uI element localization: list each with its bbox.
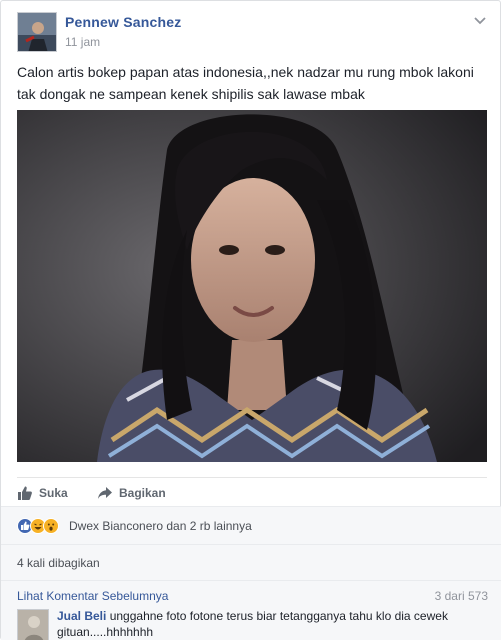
post-timestamp[interactable]: 11 jam <box>65 35 100 49</box>
reaction-summary-text[interactable]: Dwex Bianconero dan 2 rb lainnya <box>69 519 252 533</box>
post-header: Pennew Sanchez 11 jam <box>17 12 487 52</box>
comment-item: Jual Beli unggahne foto fotone terus bia… <box>57 608 477 640</box>
chevron-down-icon[interactable] <box>473 14 487 28</box>
view-previous-comments-link[interactable]: Lihat Komentar Sebelumnya <box>17 589 168 603</box>
thumbs-up-icon <box>18 486 32 500</box>
comment-author[interactable]: Jual Beli <box>57 609 106 623</box>
share-count[interactable]: 4 kali dibagikan <box>17 556 100 570</box>
share-label: Bagikan <box>119 486 166 500</box>
like-label: Suka <box>39 486 68 500</box>
reaction-icons <box>17 518 59 534</box>
share-button[interactable]: Bagikan <box>97 484 166 502</box>
comment-text: unggahne foto fotone terus biar tetangga… <box>57 609 448 639</box>
comments-section: Lihat Komentar Sebelumnya 3 dari 573 Jua… <box>1 580 501 640</box>
post-photo[interactable] <box>17 110 487 462</box>
wow-icon <box>43 518 59 534</box>
post-text: Calon artis bokep papan atas indonesia,,… <box>17 64 474 102</box>
author-name[interactable]: Pennew Sanchez <box>65 14 181 30</box>
reactions-summary[interactable]: Dwex Bianconero dan 2 rb lainnya <box>1 506 501 544</box>
author-avatar[interactable] <box>17 12 57 52</box>
comment-count: 3 dari 573 <box>434 589 488 603</box>
post-card: Pennew Sanchez 11 jam Calon artis bokep … <box>0 0 501 640</box>
commenter-avatar[interactable] <box>17 609 49 640</box>
post-actions-bar: Suka Bagikan <box>17 477 487 505</box>
like-button[interactable]: Suka <box>17 484 68 502</box>
shares-summary[interactable]: 4 kali dibagikan <box>1 544 501 580</box>
share-arrow-icon <box>98 487 112 499</box>
